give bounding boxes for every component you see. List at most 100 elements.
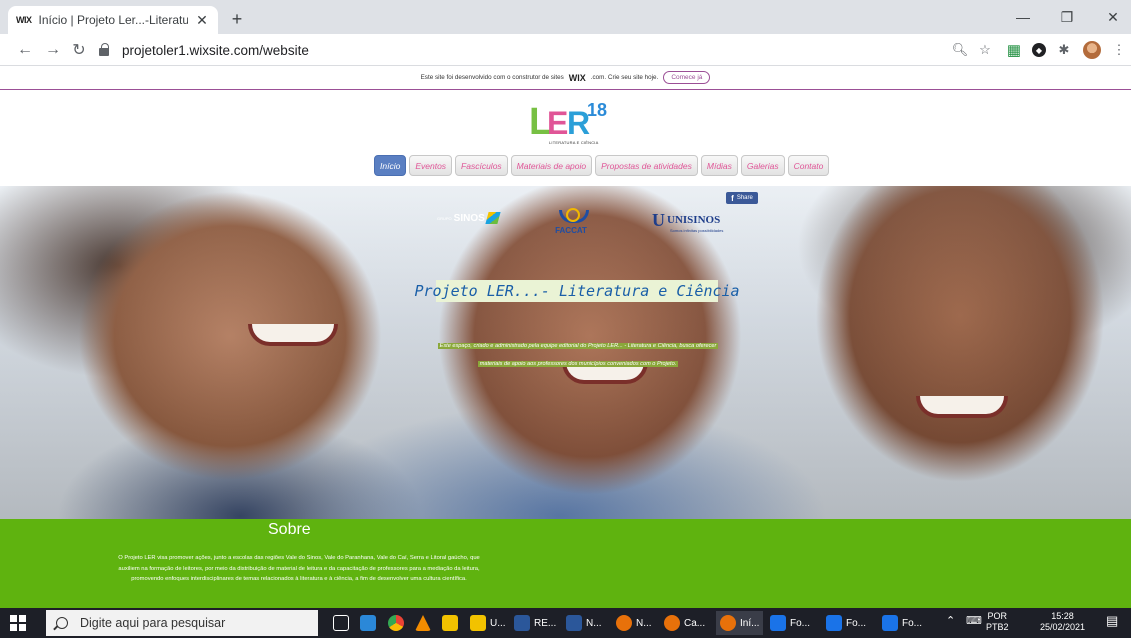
wix-banner-logo: WIX [568,72,586,83]
menu-item-galerias[interactable]: Galerias [740,155,785,176]
wix-start-button[interactable]: Comece já [663,71,711,84]
windows-start-icon[interactable] [10,615,26,631]
taskbar-app-chrome-2[interactable]: Ca... [664,611,705,635]
minimize-window-button[interactable]: — [1008,6,1038,28]
wix-favicon-icon: WIX [16,15,32,25]
menu-item-inicio[interactable]: Início [374,155,407,176]
clock-time: 15:28 [1051,611,1074,621]
taskbar-app-word-1[interactable]: RE... [514,611,556,635]
taskbar-app-label: N... [636,617,652,629]
browser-toolbar: ← → ↻ projetoler1.wixsite.com/website 🔍︎… [0,34,1131,66]
taskbar-app-label: Fo... [902,617,923,629]
taskbar-chrome-icon[interactable] [388,611,404,635]
language-code: POR [987,611,1008,621]
taskbar-app-word-2[interactable]: N... [566,611,602,635]
browser-menu-icon[interactable]: ⋮ [1110,41,1128,59]
tab-title: Início | Projeto Ler...-Literatura e [38,13,189,27]
menu-item-contato[interactable]: Contato [787,155,830,176]
reload-button[interactable]: ↻ [68,39,90,61]
taskbar-vlc-icon[interactable] [415,611,431,635]
facebook-share-button[interactable]: f Share [726,192,758,204]
sobre-section: Sobre O Projeto LER visa promover ações,… [0,519,1131,608]
sobre-title: Sobre [268,521,311,538]
taskbar-search-placeholder: Digite aqui para pesquisar [80,616,226,630]
word-icon [566,615,582,631]
photos-icon [882,615,898,631]
menu-item-materiais-de-apoio[interactable]: Materiais de apoio [510,155,593,176]
hero-title: Projeto LER...- Literatura e Ciência [414,280,740,302]
menu-item-fasciculos[interactable]: Fascículos [455,155,508,176]
chrome-profile-icon [720,615,736,631]
bookmark-star-icon[interactable]: ☆ [976,41,994,59]
clock-date: 25/02/2021 [1040,622,1086,632]
taskbar-app-label: Fo... [846,617,867,629]
keyboard-layout: PTB2 [986,622,1009,632]
hero-description-line-1: Este espaço, criado e administrado pela … [437,343,719,349]
taskbar-app-blue-icon[interactable] [360,611,376,635]
language-indicator[interactable]: POR PTB2 [986,611,1009,633]
back-button[interactable]: ← [14,39,36,61]
sinos-mark-icon [485,212,501,224]
taskbar-app-label: Ca... [684,617,706,629]
extension-icon[interactable]: ◆ [1030,41,1048,59]
photos-icon [770,615,786,631]
lock-icon [98,43,112,57]
restore-window-button[interactable]: ❐ [1052,6,1082,28]
wix-banner-suffix: .com. Crie seu site hoje. [590,74,659,81]
notifications-icon[interactable]: ▤ [1106,614,1118,627]
facebook-icon: f [731,193,734,203]
close-tab-icon[interactable]: ✕ [194,12,210,28]
hero-section: f Share GRUPO SINOS FACCAT U UNISINOS So… [0,186,1131,519]
close-window-button[interactable]: ✕ [1098,6,1128,28]
unisinos-mark-icon: U [652,210,665,230]
taskbar-search-box[interactable]: Digite aqui para pesquisar [46,610,318,636]
menu-item-midias[interactable]: Mídias [700,155,738,176]
extensions-puzzle-icon[interactable]: ✱ [1055,41,1073,59]
zoom-icon[interactable]: 🔍︎ [951,41,969,59]
taskbar-app-chrome-1[interactable]: N... [616,611,652,635]
profile-avatar[interactable] [1083,41,1101,59]
logo-letter-e: E [547,105,569,141]
site-menu: Início Eventos Fascículos Materiais de a… [374,155,830,176]
faccat-mark-icon [558,208,589,226]
chrome-profile-icon [664,615,680,631]
forward-button[interactable]: → [42,39,64,61]
logo-tagline: LITERATURA E CIÊNCIA [549,140,599,145]
taskbar-app-label: Fo... [790,617,811,629]
menu-item-propostas-de-atividades[interactable]: Propostas de atividades [595,155,698,176]
taskbar-app-photos-3[interactable]: Fo... [882,611,922,635]
tray-chevron-icon[interactable]: ⌃ [946,616,955,627]
taskbar-app-label: RE... [534,617,557,629]
taskbar-store-icon[interactable] [442,611,458,635]
taskbar-app-photos-2[interactable]: Fo... [826,611,866,635]
taskbar-app-label: Iní... [740,617,760,629]
keyboard-icon[interactable]: ⌨ [966,616,982,627]
sponsor-grupo-sinos-logo: GRUPO SINOS [437,212,501,224]
address-bar[interactable]: projetoler1.wixsite.com/website [98,38,978,62]
unisinos-tagline: Somos infinitas possibilidades [670,228,724,233]
faccat-name: FACCAT [555,226,587,235]
menu-item-eventos[interactable]: Eventos [409,155,453,176]
taskbar-app-photos-1[interactable]: Fo... [770,611,810,635]
sheets-extension-icon[interactable]: ▦ [1005,41,1023,59]
chrome-profile-icon [616,615,632,631]
share-label: Share [736,195,753,201]
task-view-icon[interactable] [333,611,349,635]
site-logo[interactable]: L E R 18 LITERATURA E CIÊNCIA [529,101,629,147]
hero-description: Este espaço, criado e administrado pela … [420,334,736,370]
taskbar-app-folder[interactable]: U... [470,611,506,635]
hero-description-line-2: materiais de apoio aos professores dos m… [477,361,679,367]
sponsor-unisinos-logo: U UNISINOS Somos infinitas possibilidade… [652,210,724,233]
folder-icon [470,615,486,631]
photos-icon [826,615,842,631]
child-smile-right [916,396,1008,418]
taskbar-app-chrome-3[interactable]: Iní... [716,611,764,635]
sinos-label: GRUPO [437,215,452,221]
browser-tab[interactable]: WIX Início | Projeto Ler...-Literatura e… [8,6,218,34]
new-tab-button[interactable]: + [226,8,248,30]
sobre-text: O Projeto LER visa promover ações, junto… [118,555,480,583]
clock[interactable]: 15:28 25/02/2021 [1040,611,1085,633]
logo-superscript: 18 [587,100,608,120]
wix-banner-text: Este site foi desenvolvido com o constru… [420,74,564,81]
sinos-name: SINOS [453,212,485,224]
